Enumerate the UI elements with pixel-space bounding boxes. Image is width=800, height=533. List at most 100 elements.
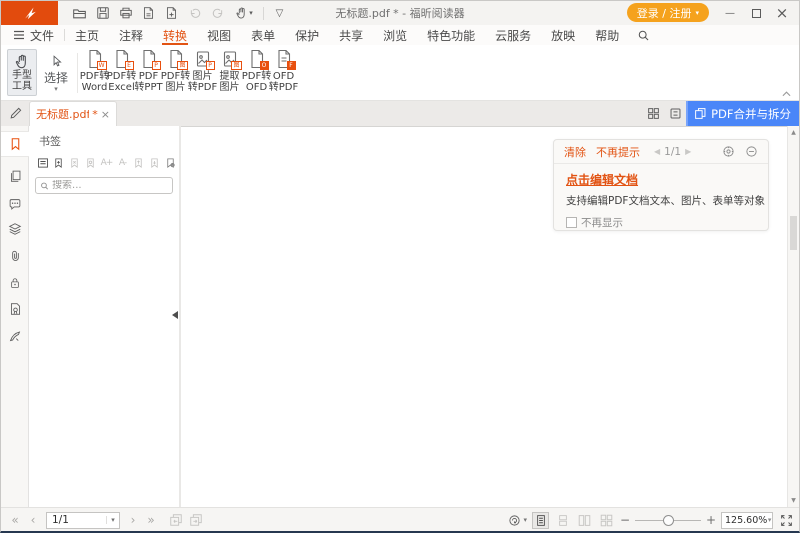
maximize-icon — [752, 9, 761, 18]
notification-pager: ◀ 1/1 ▶ — [654, 146, 691, 158]
edit-document-link[interactable]: 点击编辑文档 — [566, 173, 638, 187]
new-document-icon[interactable] — [160, 3, 183, 23]
convert-tools-group: W PDF转 Word E PDF转 Excel P PDF 转PPT 图 PD… — [81, 49, 297, 97]
notification-settings-icon[interactable] — [722, 145, 735, 158]
document-tab[interactable]: 无标题.pdf * × — [29, 101, 117, 126]
scroll-down-icon[interactable]: ▼ — [788, 497, 799, 504]
pdf-to-word-button[interactable]: W PDF转 Word — [81, 49, 108, 97]
tab-list-icon[interactable] — [664, 101, 686, 126]
menu-item-comment[interactable]: 注释 — [109, 25, 153, 45]
menu-item-home[interactable]: 主页 — [65, 25, 109, 45]
maximize-button[interactable] — [743, 1, 769, 25]
last-page-button[interactable]: » — [143, 513, 159, 527]
pdf-to-image-button[interactable]: 图 PDF转 图片 — [162, 49, 189, 97]
view-rotate-button[interactable]: ▾ — [508, 514, 527, 527]
document-page[interactable]: 清除 不再提示 ◀ 1/1 ▶ 点击编辑文档 — [181, 126, 787, 507]
close-button[interactable]: × — [769, 1, 795, 25]
bookmark-search-input[interactable] — [52, 180, 168, 191]
menu-item-convert[interactable]: 转换 — [153, 25, 197, 45]
first-page-button[interactable]: « — [7, 513, 23, 527]
panel-pages-button[interactable] — [1, 163, 29, 189]
panel-attachments-button[interactable] — [1, 243, 29, 269]
add-bookmark-icon[interactable] — [51, 155, 66, 170]
panel-bookmarks-button[interactable] — [1, 131, 29, 157]
zoom-slider-knob[interactable] — [663, 515, 674, 526]
vertical-scrollbar[interactable]: ▲ ▼ — [787, 126, 799, 507]
save-icon[interactable] — [91, 3, 114, 23]
bookmarks-panel-title: 书签 — [29, 126, 179, 149]
print-icon[interactable] — [114, 3, 137, 23]
login-caret-icon: ▾ — [695, 9, 699, 17]
panel-comments-button[interactable] — [1, 191, 29, 217]
menu-file-label: 文件 — [30, 27, 54, 44]
panel-layers-button[interactable] — [1, 216, 29, 242]
pdf-to-ofd-button[interactable]: O PDF转 OFD — [243, 49, 270, 97]
facing-view-button[interactable] — [576, 512, 593, 529]
notification-minimize-icon[interactable] — [745, 145, 758, 158]
notification-no-remind-button[interactable]: 不再提示 — [596, 144, 640, 160]
page-number-caret-icon[interactable]: ▾ — [106, 516, 119, 524]
collapse-panel-handle[interactable] — [172, 311, 178, 319]
zoom-in-button[interactable]: + — [706, 513, 716, 527]
zoom-level-caret-icon[interactable]: ▾ — [767, 516, 772, 524]
tab-close-icon[interactable]: × — [101, 109, 110, 120]
menu-item-cloud[interactable]: 云服务 — [485, 25, 541, 45]
scroll-up-icon[interactable]: ▲ — [788, 129, 799, 136]
single-page-view-button[interactable] — [532, 512, 549, 529]
main-area: 书签 A+ A- — [1, 126, 799, 507]
zoom-slider[interactable] — [635, 512, 701, 529]
pdf-to-excel-button[interactable]: E PDF转 Excel — [108, 49, 135, 97]
prev-page-button[interactable]: ‹ — [25, 513, 41, 527]
login-register-button[interactable]: 登录 / 注册 ▾ — [627, 3, 709, 22]
facing-continuous-view-button[interactable] — [598, 512, 615, 529]
open-file-icon[interactable] — [68, 3, 91, 23]
pdf-to-ppt-button[interactable]: P PDF 转PPT — [135, 49, 162, 97]
pager-prev-icon[interactable]: ◀ — [654, 147, 660, 156]
next-page-button[interactable]: › — [125, 513, 141, 527]
scrollbar-thumb[interactable] — [790, 216, 797, 250]
menu-file[interactable]: 文件 — [1, 25, 64, 45]
bookmark-list-icon[interactable] — [35, 155, 50, 170]
login-register-label: 登录 / 注册 — [637, 5, 692, 21]
edit-document-icon[interactable] — [9, 106, 23, 120]
menu-item-protect[interactable]: 保护 — [285, 25, 329, 45]
hand-tool-button[interactable]: 手型 工具 — [7, 49, 37, 96]
page-number-box[interactable]: 1/1 ▾ — [46, 512, 120, 529]
collapse-ribbon-button[interactable] — [782, 91, 791, 97]
customize-toolbar-icon[interactable]: ▽ — [268, 3, 291, 23]
zoom-out-button[interactable]: − — [620, 513, 630, 527]
select-tool-label: 选择 — [44, 69, 68, 86]
notification-clear-button[interactable]: 清除 — [564, 144, 586, 160]
lock-icon — [9, 276, 21, 290]
bookmark-search-box[interactable] — [35, 177, 173, 194]
tab-grid-icon[interactable] — [642, 101, 664, 126]
export-document-icon[interactable] — [137, 3, 160, 23]
minimize-button[interactable]: — — [717, 1, 743, 25]
pager-next-icon[interactable]: ▶ — [685, 147, 691, 156]
ofd-to-pdf-button[interactable]: F OFD 转PDF — [270, 49, 297, 97]
dont-show-again-label: 不再显示 — [581, 215, 623, 230]
menu-item-view[interactable]: 视图 — [197, 25, 241, 45]
fullscreen-button[interactable] — [780, 514, 793, 527]
bookmarks-panel: 书签 A+ A- — [29, 126, 179, 507]
zoom-level-box[interactable]: 125.60% ▾ — [721, 512, 773, 529]
continuous-view-button[interactable] — [554, 512, 571, 529]
panel-signatures-button[interactable] — [1, 296, 29, 322]
menu-item-help[interactable]: 帮助 — [585, 25, 629, 45]
select-tool-button[interactable]: 选择 ▾ — [41, 49, 71, 96]
menu-item-share[interactable]: 共享 — [329, 25, 373, 45]
hand-tool-dropdown-icon[interactable]: ▾ — [229, 3, 259, 23]
pdf-merge-split-button[interactable]: PDF合并与拆分 — [686, 101, 799, 126]
image-to-pdf-button[interactable]: P 图片 转PDF — [189, 49, 216, 97]
menu-item-form[interactable]: 表单 — [241, 25, 285, 45]
dont-show-again-checkbox[interactable] — [566, 217, 577, 228]
menu-item-slideshow[interactable]: 放映 — [541, 25, 585, 45]
panel-sign-button[interactable] — [1, 323, 29, 349]
view-controls: ▾ − + 125.60% ▾ — [508, 512, 793, 529]
menu-item-browse[interactable]: 浏览 — [373, 25, 417, 45]
extract-image-button[interactable]: 图 提取 图片 — [216, 49, 243, 97]
panel-security-button[interactable] — [1, 270, 29, 296]
menu-search-button[interactable] — [629, 25, 658, 45]
menu-item-features[interactable]: 特色功能 — [417, 25, 485, 45]
bookmark-settings-icon[interactable] — [163, 155, 178, 170]
